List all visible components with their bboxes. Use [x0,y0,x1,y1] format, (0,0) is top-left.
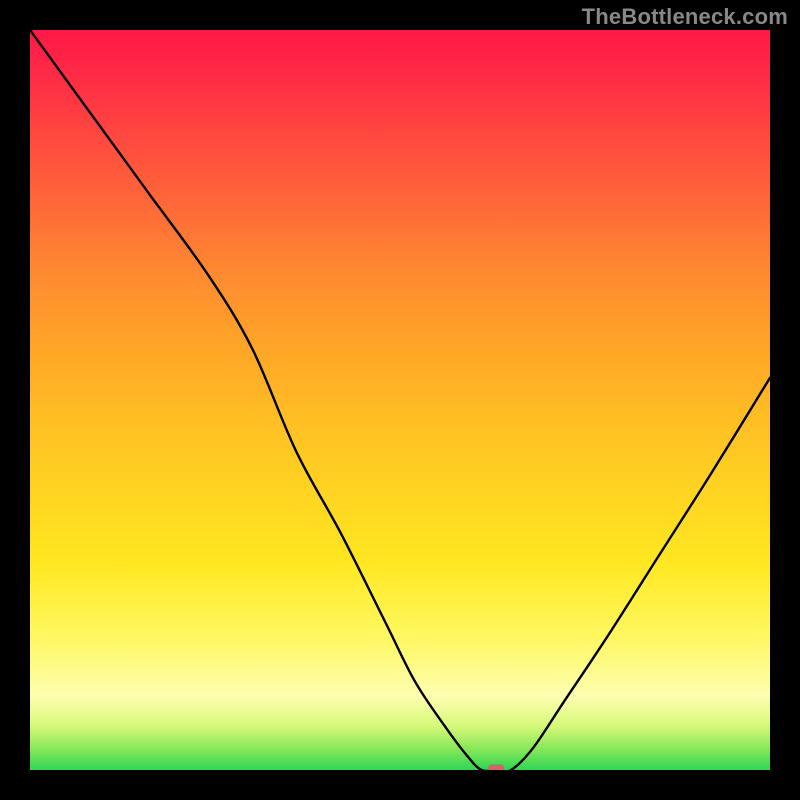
chart-frame: TheBottleneck.com [0,0,800,800]
bottleneck-curve [30,30,770,770]
plot-area [30,30,770,770]
optimal-point-marker [488,764,504,770]
chart-svg [30,30,770,770]
watermark-text: TheBottleneck.com [582,4,788,30]
